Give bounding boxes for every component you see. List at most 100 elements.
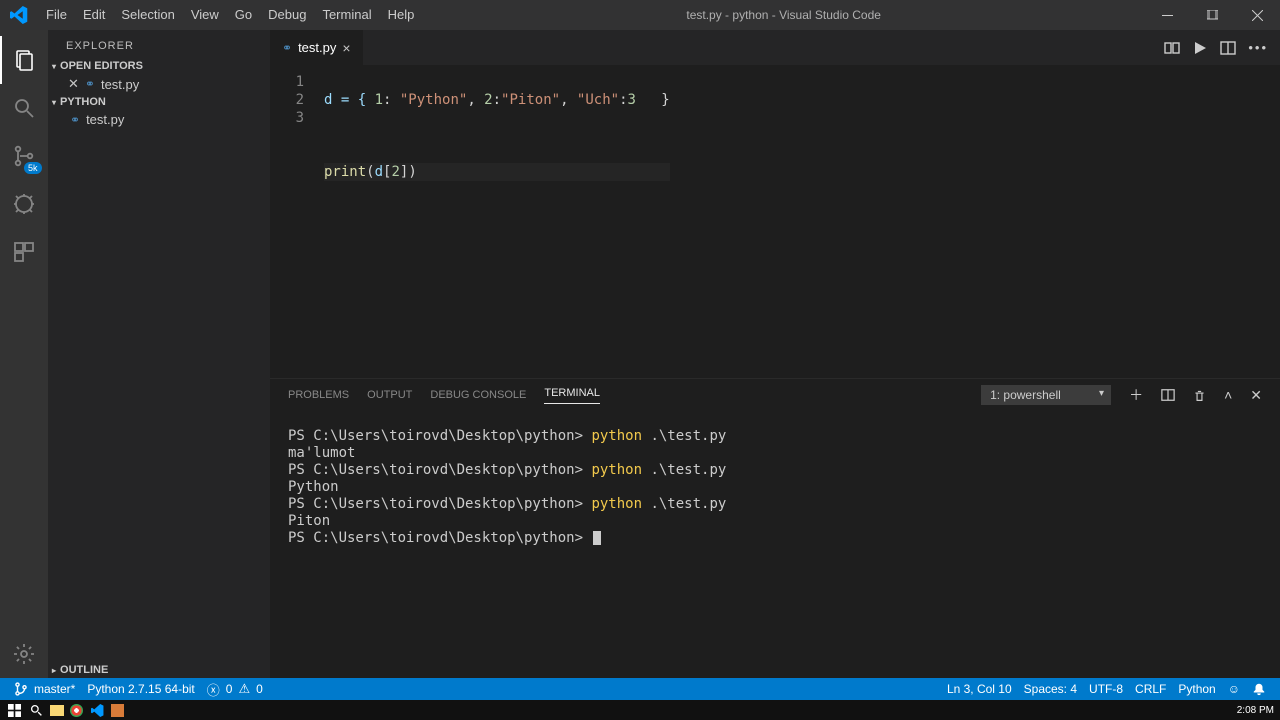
section-outline-label: OUTLINE <box>60 664 108 676</box>
kill-terminal-icon[interactable] <box>1193 389 1206 402</box>
more-actions-icon[interactable]: ••• <box>1248 40 1268 55</box>
status-python[interactable]: Python 2.7.15 64-bit <box>81 682 200 696</box>
code-token: ( <box>366 164 374 180</box>
taskbar-search-icon[interactable] <box>28 702 44 718</box>
tab-filename: test.py <box>298 40 336 55</box>
status-notifications-icon[interactable] <box>1246 682 1272 696</box>
taskbar-clock[interactable]: 2:08 PM <box>1237 705 1274 716</box>
menu-selection[interactable]: Selection <box>113 0 182 30</box>
code-token: ) <box>408 164 416 180</box>
close-editor-icon[interactable]: ✕ <box>68 76 79 92</box>
code-content[interactable]: d = { 1: "Python", 2:"Piton", "Uch":3 } … <box>316 65 670 378</box>
close-panel-icon[interactable]: ✕ <box>1250 387 1262 404</box>
terminal-text: Piton <box>288 513 330 529</box>
terminal-text: python <box>591 428 642 444</box>
line-number: 2 <box>270 91 304 109</box>
split-terminal-icon[interactable] <box>1161 388 1175 402</box>
maximize-panel-icon[interactable]: ˄ <box>1224 387 1232 403</box>
open-editor-filename: test.py <box>101 77 139 92</box>
status-feedback-icon[interactable]: ☺ <box>1222 682 1246 696</box>
terminal-selector-dropdown[interactable]: 1: powershell <box>981 385 1111 405</box>
terminal-prompt: PS C:\Users\toirovd\Desktop\python> <box>288 428 591 444</box>
chevron-down-icon: ▾ <box>52 98 56 107</box>
taskbar-explorer-icon[interactable] <box>50 705 64 716</box>
status-branch[interactable]: master* <box>8 682 81 696</box>
menu-debug[interactable]: Debug <box>260 0 314 30</box>
code-token: print <box>324 164 366 180</box>
python-file-icon: ⚭ <box>85 77 95 91</box>
section-open-editors-label: OPEN EDITORS <box>60 60 143 72</box>
activity-settings-icon[interactable] <box>0 630 48 678</box>
panel-tab-problems[interactable]: PROBLEMS <box>288 389 349 401</box>
warning-icon: ⚠ <box>238 681 250 697</box>
new-terminal-icon[interactable]: ＋ <box>1129 385 1143 405</box>
menu-file[interactable]: File <box>38 0 75 30</box>
code-token: d <box>375 164 383 180</box>
split-editor-icon[interactable] <box>1220 40 1236 56</box>
status-branch-label: master* <box>34 682 75 696</box>
menu-bar: File Edit Selection View Go Debug Termin… <box>38 0 422 30</box>
panel-tabs: PROBLEMS OUTPUT DEBUG CONSOLE TERMINAL 1… <box>270 379 1280 411</box>
window-minimize-icon[interactable] <box>1145 0 1190 30</box>
menu-edit[interactable]: Edit <box>75 0 113 30</box>
status-problems[interactable]: ⓧ 0 ⚠ 0 <box>201 680 269 699</box>
chevron-right-icon: ▸ <box>52 666 56 675</box>
status-eol[interactable]: CRLF <box>1129 682 1172 696</box>
panel-tab-debugconsole[interactable]: DEBUG CONSOLE <box>430 389 526 401</box>
menu-go[interactable]: Go <box>227 0 260 30</box>
taskbar-app-icon[interactable] <box>111 704 124 717</box>
activity-source-control-icon[interactable]: 5k <box>0 132 48 180</box>
panel-tab-terminal[interactable]: TERMINAL <box>544 387 600 404</box>
section-outline[interactable]: ▸ OUTLINE <box>48 662 270 678</box>
taskbar-vscode-icon[interactable] <box>89 702 105 718</box>
file-tree-filename: test.py <box>86 112 124 127</box>
menu-terminal[interactable]: Terminal <box>314 0 379 30</box>
status-language[interactable]: Python <box>1172 682 1221 696</box>
activity-search-icon[interactable] <box>0 84 48 132</box>
file-tree-item[interactable]: ⚭ test.py <box>48 110 270 129</box>
activity-explorer-icon[interactable] <box>0 36 48 84</box>
start-menu-icon[interactable] <box>6 702 22 718</box>
menu-help[interactable]: Help <box>380 0 423 30</box>
terminal-prompt: PS C:\Users\toirovd\Desktop\python> <box>288 496 591 512</box>
taskbar-chrome-icon[interactable] <box>70 704 83 717</box>
code-token: "Python" <box>400 92 467 108</box>
window-close-icon[interactable] <box>1235 0 1280 30</box>
open-editor-item[interactable]: ✕ ⚭ test.py <box>48 74 270 94</box>
code-token: 2 <box>391 164 399 180</box>
code-editor[interactable]: 1 2 3 d = { 1: "Python", 2:"Piton", "Uch… <box>270 65 1280 378</box>
menu-view[interactable]: View <box>183 0 227 30</box>
chevron-down-icon: ▾ <box>52 62 56 71</box>
activity-extensions-icon[interactable] <box>0 228 48 276</box>
status-spaces[interactable]: Spaces: 4 <box>1018 682 1083 696</box>
git-branch-icon <box>14 682 28 696</box>
main-area: 5k EXPLORER ▾ OPEN EDITORS ✕ ⚭ test.py <box>0 30 1280 678</box>
code-token: } <box>636 92 670 108</box>
panel-tab-output[interactable]: OUTPUT <box>367 389 412 401</box>
editor-tab-testpy[interactable]: ⚭ test.py × <box>270 30 364 65</box>
compare-changes-icon[interactable] <box>1164 40 1180 56</box>
status-encoding[interactable]: UTF-8 <box>1083 682 1129 696</box>
sidebar-title: EXPLORER <box>48 30 270 58</box>
section-open-editors[interactable]: ▾ OPEN EDITORS <box>48 58 270 74</box>
run-file-icon[interactable] <box>1192 40 1208 56</box>
line-number: 1 <box>270 73 304 91</box>
vscode-logo-icon <box>10 6 28 24</box>
window-maximize-icon[interactable] <box>1190 0 1235 30</box>
terminal-output[interactable]: PS C:\Users\toirovd\Desktop\python> pyth… <box>270 411 1280 678</box>
status-error-count: 0 <box>226 682 233 696</box>
status-ln-col[interactable]: Ln 3, Col 10 <box>941 682 1018 696</box>
editor-tabs: ⚭ test.py × ••• <box>270 30 1280 65</box>
python-file-icon: ⚭ <box>282 41 292 55</box>
activity-debug-icon[interactable] <box>0 180 48 228</box>
code-token: , <box>560 92 577 108</box>
title-bar: File Edit Selection View Go Debug Termin… <box>0 0 1280 30</box>
terminal-text: .\test.py <box>642 496 726 512</box>
code-token: : <box>619 92 627 108</box>
tab-close-icon[interactable]: × <box>342 40 350 56</box>
code-token: : <box>493 92 501 108</box>
section-workspace[interactable]: ▾ PYTHON <box>48 94 270 110</box>
code-token: "Piton" <box>501 92 560 108</box>
editor-group: ⚭ test.py × ••• 1 2 <box>270 30 1280 678</box>
sidebar-explorer: EXPLORER ▾ OPEN EDITORS ✕ ⚭ test.py ▾ PY… <box>48 30 270 678</box>
